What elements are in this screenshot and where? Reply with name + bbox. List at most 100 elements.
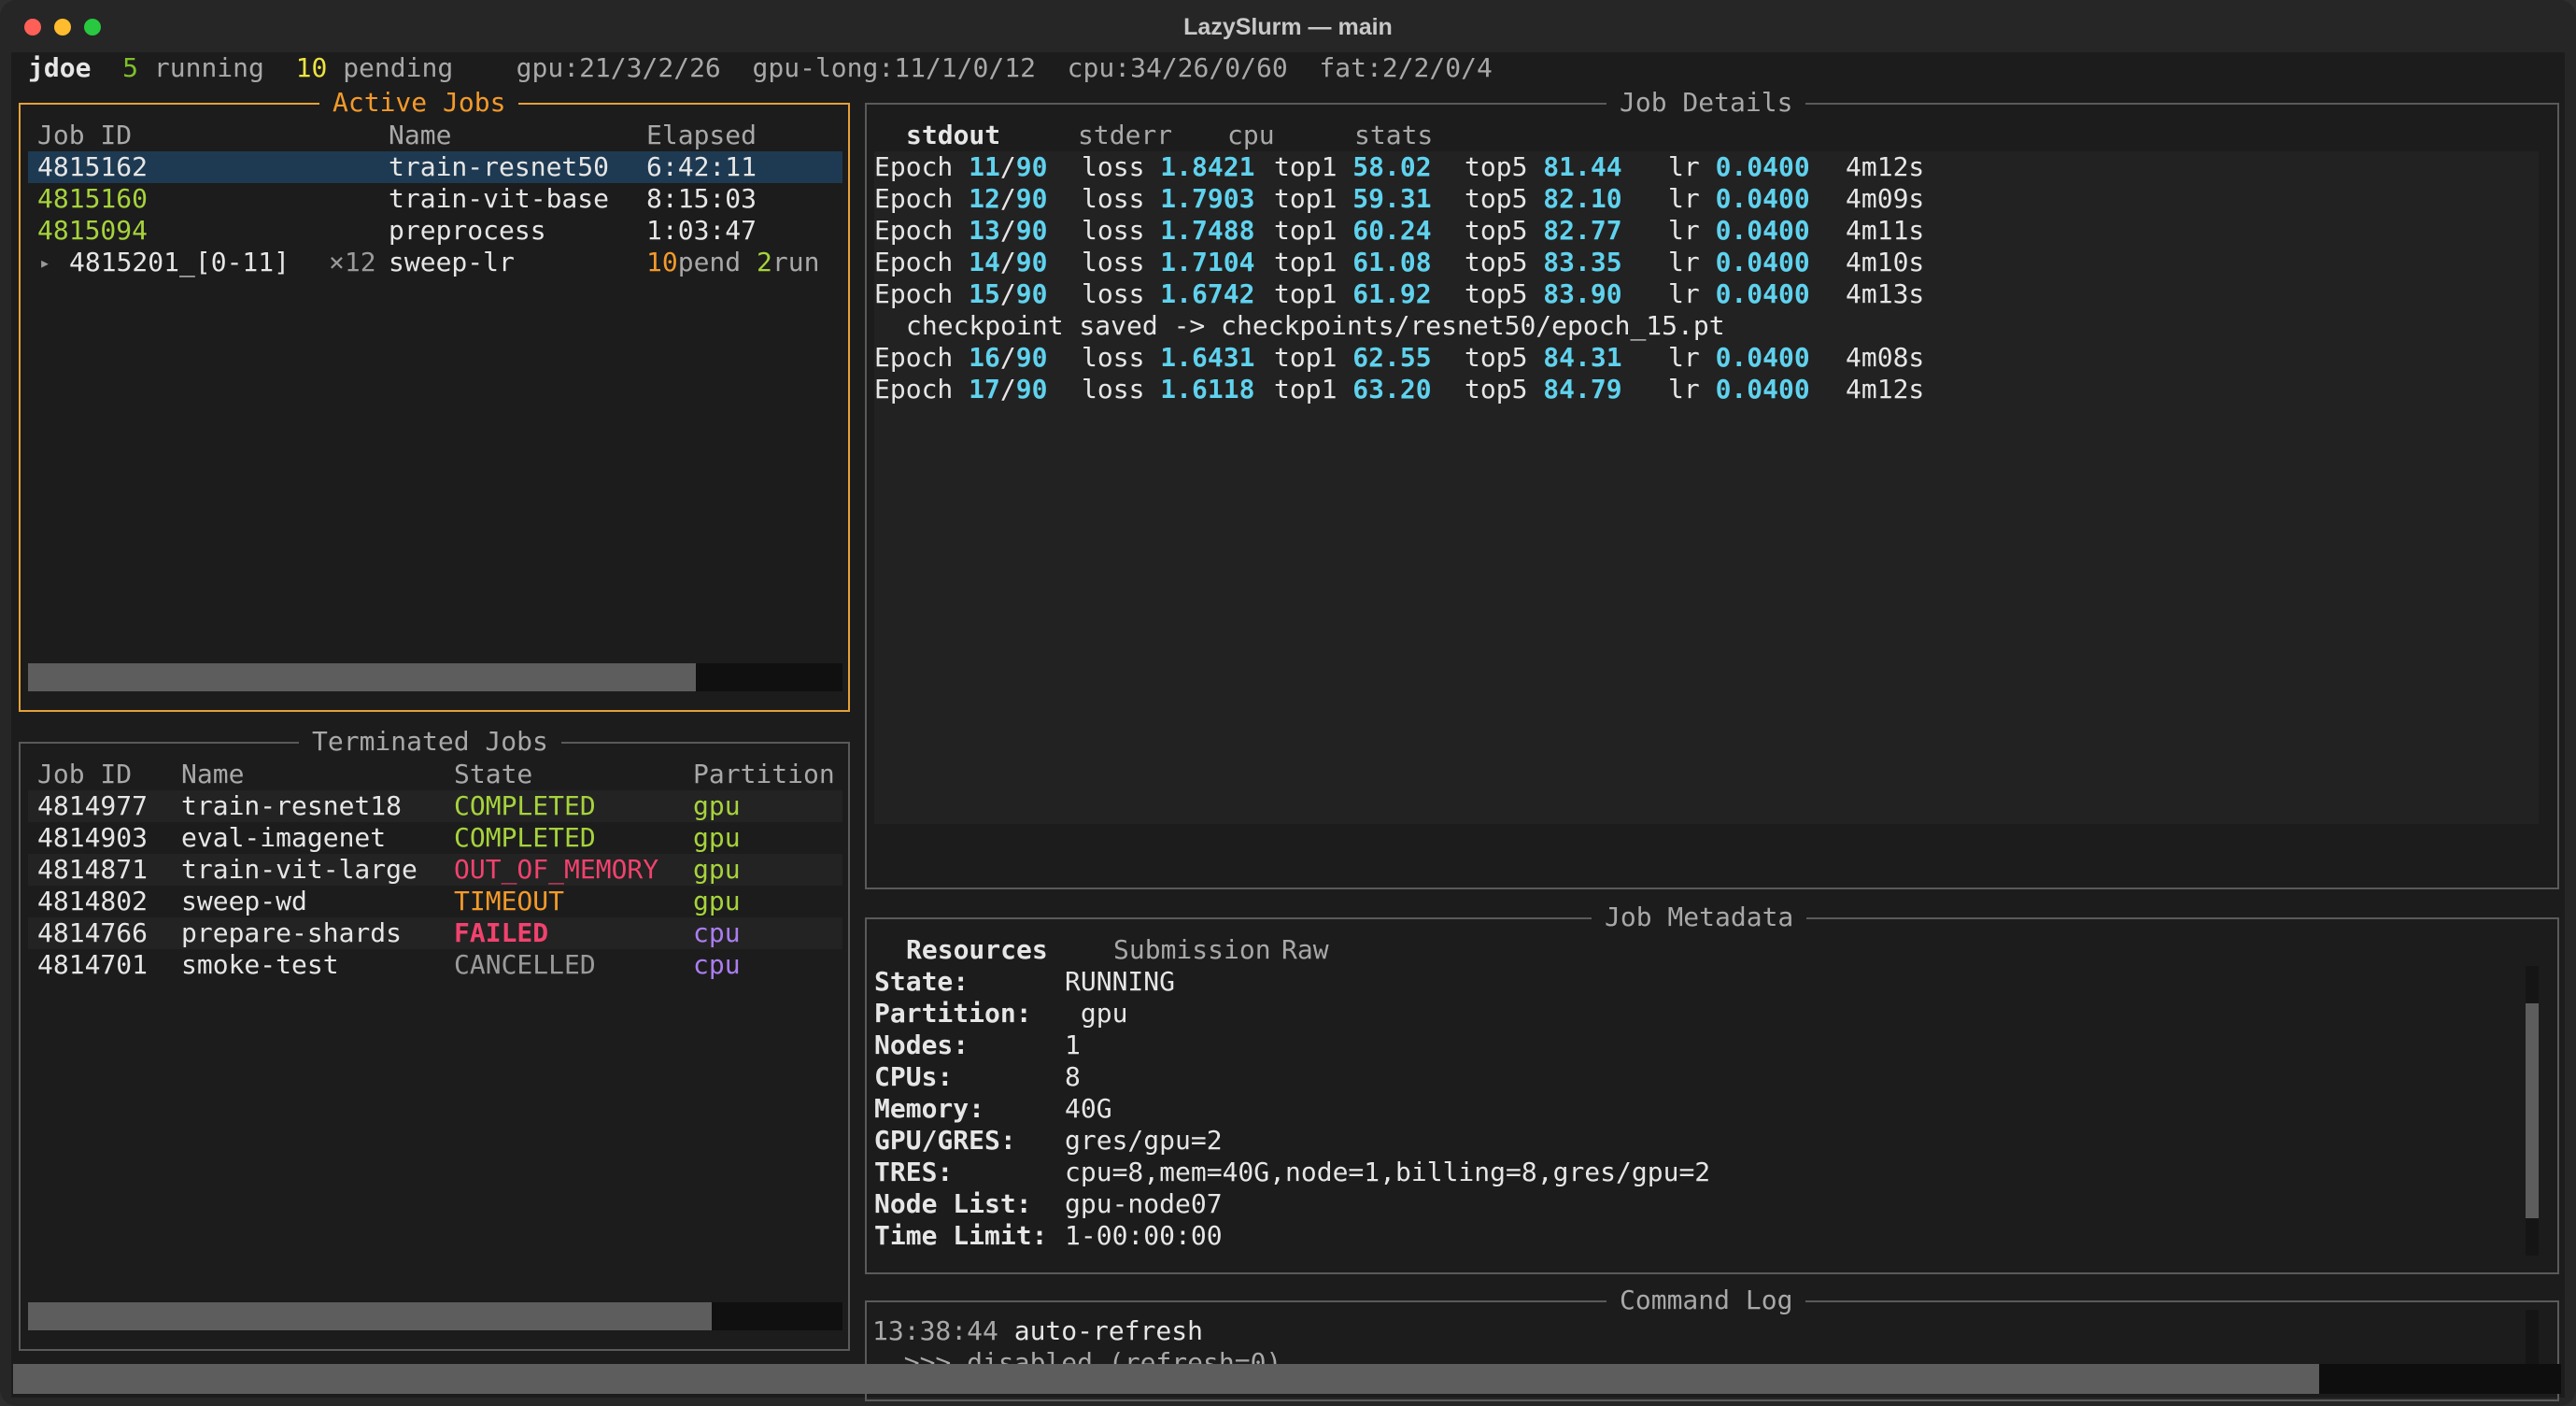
table-row-selected[interactable]: 4815162 train-resnet50 6:42:11 bbox=[28, 151, 842, 183]
table-row[interactable]: 4814701 smoke-test CANCELLED cpu bbox=[28, 949, 842, 981]
log-field: loss 1.7488 bbox=[1082, 215, 1255, 246]
log-field: loss 1.6118 bbox=[1082, 374, 1255, 405]
log-field: top5 82.10 bbox=[1465, 183, 1622, 214]
log-line: Epoch 12/90 loss 1.7903 top1 59.31 top5 82.… bbox=[867, 183, 2539, 215]
job-name: prepare-shards bbox=[181, 917, 403, 948]
log-line: Epoch 14/90 loss 1.7104 top1 61.08 top5 83.… bbox=[867, 247, 2539, 278]
log-field: lr 0.0400 bbox=[1668, 374, 1810, 405]
table-row-array[interactable]: ▸ 4815201_[0-11] ×12 sweep-lr 10pend 2ru… bbox=[28, 247, 842, 278]
checkpoint-line: checkpoint saved -> checkpoints/resnet50… bbox=[906, 310, 1725, 341]
array-status: 10pend 2run bbox=[646, 247, 819, 278]
tab-submission[interactable]: Submission bbox=[1113, 934, 1271, 966]
log-field: Epoch 14/90 bbox=[874, 247, 1048, 277]
user-name: jdoe bbox=[28, 52, 92, 83]
table-row[interactable]: 4814903 eval-imagenet COMPLETED gpu bbox=[28, 822, 842, 854]
metadata-key: TRES: bbox=[874, 1157, 954, 1187]
command-log-line: 13:38:44 auto-refresh bbox=[872, 1315, 1203, 1347]
job-state: COMPLETED bbox=[454, 790, 596, 821]
terminal: jdoe 5 running 10 pending gpu:21/3/2/26 … bbox=[11, 52, 2565, 1401]
tab-stdout[interactable]: stdout bbox=[906, 120, 1000, 151]
tab-stats[interactable]: stats bbox=[1354, 120, 1433, 151]
log-field: top5 83.90 bbox=[1465, 278, 1622, 309]
column-header-state: State bbox=[454, 759, 533, 789]
job-name: sweep-lr bbox=[389, 247, 515, 277]
log-field: loss 1.6742 bbox=[1082, 278, 1255, 309]
status-line: jdoe 5 running 10 pending gpu:21/3/2/26 … bbox=[28, 52, 1493, 84]
log-field: loss 1.8421 bbox=[1082, 151, 1255, 182]
log-line: Epoch 15/90 loss 1.6742 top1 61.92 top5 83.… bbox=[867, 278, 2539, 310]
expand-arrow-icon[interactable]: ▸ bbox=[39, 247, 50, 278]
tab-raw[interactable]: Raw bbox=[1281, 934, 1329, 966]
log-field: Epoch 17/90 bbox=[874, 374, 1048, 405]
job-name: train-resnet18 bbox=[181, 790, 403, 821]
job-name: eval-imagenet bbox=[181, 822, 387, 853]
metadata-key: GPU/GRES: bbox=[874, 1125, 1016, 1156]
log-line: Epoch 16/90 loss 1.6431 top1 62.55 top5 84.… bbox=[867, 342, 2539, 374]
log-field: 4m13s bbox=[1846, 278, 1925, 309]
job-details-panel[interactable]: Job Details stdout stderr cpu stats Epoc… bbox=[865, 87, 2559, 889]
metadata-value: gpu-node07 bbox=[1065, 1188, 1223, 1219]
metadata-key: Nodes: bbox=[874, 1030, 970, 1060]
job-metadata-panel[interactable]: Job Metadata Resources Submission Raw St… bbox=[865, 902, 2559, 1274]
metadata-value: 8 bbox=[1065, 1061, 1081, 1092]
terminated-jobs-title: Terminated Jobs bbox=[299, 726, 561, 758]
terminated-jobs-scrollbar[interactable] bbox=[28, 1302, 842, 1330]
job-state: COMPLETED bbox=[454, 822, 596, 853]
log-field: loss 1.7903 bbox=[1082, 183, 1255, 214]
tab-stderr[interactable]: stderr bbox=[1078, 120, 1172, 151]
pending-label: pending bbox=[343, 52, 454, 83]
job-details-title: Job Details bbox=[1606, 87, 1806, 119]
table-row[interactable]: 4814871 train-vit-large OUT_OF_MEMORY gp… bbox=[28, 854, 842, 886]
tab-resources[interactable]: Resources bbox=[906, 934, 1048, 966]
log-field: top1 61.08 bbox=[1274, 247, 1432, 277]
table-row[interactable]: 4814802 sweep-wd TIMEOUT gpu bbox=[28, 886, 842, 917]
job-elapsed: 1:03:47 bbox=[646, 215, 757, 246]
metadata-value: 40G bbox=[1065, 1093, 1112, 1124]
metadata-scrollbar[interactable] bbox=[2526, 966, 2539, 1256]
metadata-value: 1-00:00:00 bbox=[1065, 1220, 1223, 1251]
log-line: Epoch 17/90 loss 1.6118 top1 63.20 top5 84.… bbox=[867, 374, 2539, 405]
scroll-thumb[interactable] bbox=[2526, 1003, 2539, 1218]
scroll-thumb[interactable] bbox=[13, 1364, 2319, 1394]
log-field: top1 62.55 bbox=[1274, 342, 1432, 373]
log-field: Epoch 15/90 bbox=[874, 278, 1048, 309]
column-header-name: Name bbox=[389, 120, 452, 150]
title-bar: LazySlurm — main bbox=[0, 0, 2576, 52]
array-count: ×12 bbox=[329, 247, 376, 277]
active-jobs-scrollbar[interactable] bbox=[28, 663, 842, 691]
job-name: sweep-wd bbox=[181, 886, 307, 916]
log-field: lr 0.0400 bbox=[1668, 183, 1810, 214]
column-header-elapsed: Elapsed bbox=[646, 120, 757, 150]
job-name: train-vit-large bbox=[181, 854, 418, 885]
log-field: top1 59.31 bbox=[1274, 183, 1432, 214]
partition-summary: cpu:34/26/0/60 bbox=[1067, 52, 1288, 83]
scroll-thumb[interactable] bbox=[28, 663, 697, 691]
table-row[interactable]: 4815094 preprocess 1:03:47 bbox=[28, 215, 842, 247]
pending-count: 10 bbox=[295, 52, 328, 83]
log-field: top5 83.35 bbox=[1465, 247, 1622, 277]
job-id: 4815162 bbox=[37, 151, 149, 182]
tab-cpu[interactable]: cpu bbox=[1227, 120, 1275, 151]
job-name: smoke-test bbox=[181, 949, 339, 980]
active-jobs-title: Active Jobs bbox=[319, 87, 519, 119]
job-id: 4814903 bbox=[37, 822, 149, 853]
log-field: loss 1.6431 bbox=[1082, 342, 1255, 373]
running-count: 5 bbox=[122, 52, 139, 83]
job-id: 4814766 bbox=[37, 917, 149, 948]
command-log-title: Command Log bbox=[1606, 1285, 1806, 1316]
log-field: top1 58.02 bbox=[1274, 151, 1432, 182]
job-id: 4814701 bbox=[37, 949, 149, 980]
active-jobs-panel[interactable]: Active Jobs Job ID Name Elapsed 4815162 … bbox=[19, 87, 850, 712]
log-field: lr 0.0400 bbox=[1668, 247, 1810, 277]
terminated-jobs-panel[interactable]: Terminated Jobs Job ID Name State Partit… bbox=[19, 726, 850, 1351]
table-row[interactable]: 4815160 train-vit-base 8:15:03 bbox=[28, 183, 842, 215]
job-partition: gpu bbox=[693, 886, 741, 916]
job-partition: gpu bbox=[693, 854, 741, 885]
scroll-thumb[interactable] bbox=[28, 1302, 713, 1330]
column-header-partition: Partition bbox=[693, 759, 835, 789]
metadata-key: Node List: bbox=[874, 1188, 1032, 1219]
table-row[interactable]: 4814977 train-resnet18 COMPLETED gpu bbox=[28, 790, 842, 822]
main-horizontal-scrollbar[interactable] bbox=[13, 1364, 2561, 1394]
table-row[interactable]: 4814766 prepare-shards FAILED cpu bbox=[28, 917, 842, 949]
log-field: lr 0.0400 bbox=[1668, 215, 1810, 246]
